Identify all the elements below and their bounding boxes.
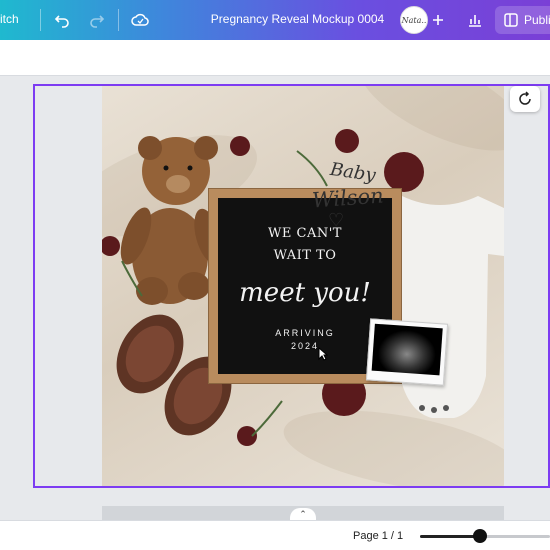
publish-button[interactable]: Publi <box>495 6 550 34</box>
divider <box>118 9 119 31</box>
ultrasound-photo <box>365 318 449 386</box>
heart-icon: ♡ <box>328 210 345 230</box>
rotate-icon[interactable] <box>510 86 540 112</box>
board-year-text: 2024 <box>290 341 320 351</box>
chevron-up-icon[interactable]: ⌃ <box>290 508 316 520</box>
divider <box>40 9 41 31</box>
analytics-icon[interactable] <box>463 8 487 32</box>
onesie-text-name: Wilson <box>311 183 385 213</box>
avatar-text: Nata.. <box>401 15 427 25</box>
ultrasound-image <box>371 323 443 376</box>
board-text-line: WE CAN'T <box>268 226 342 241</box>
mouse-pointer-icon <box>318 346 329 366</box>
redo-icon[interactable] <box>85 8 109 32</box>
plus-icon[interactable] <box>426 8 450 32</box>
document-title[interactable]: Pregnancy Reveal Mockup 0004 <box>200 12 395 26</box>
page-indicator[interactable]: Page 1 / 1 <box>353 530 403 542</box>
board-text-line: WAIT TO <box>273 248 337 263</box>
avatar[interactable]: Nata.. <box>400 6 428 34</box>
letter-board-face: WE CAN'T WAIT TO meet you! ARRIVING 2024 <box>218 198 392 374</box>
zoom-slider-handle[interactable] <box>472 529 487 543</box>
publish-label: Publi <box>524 13 550 27</box>
top-bar: itch Pregnancy Reveal Mockup 0004 Nata..… <box>0 0 550 40</box>
switch-label[interactable]: itch <box>0 12 19 26</box>
present-icon <box>499 8 523 32</box>
design-canvas[interactable]: WE CAN'T WAIT TO meet you! ARRIVING 2024… <box>102 86 504 486</box>
cloud-sync-icon[interactable] <box>128 8 152 32</box>
zoom-slider-fill <box>420 535 480 538</box>
editor-toolbar <box>0 40 550 76</box>
undo-icon[interactable] <box>50 8 74 32</box>
board-script-text: meet you! <box>239 278 371 308</box>
board-arriving-text: ARRIVING <box>275 328 335 338</box>
status-bar: Page 1 / 1 <box>0 520 550 550</box>
